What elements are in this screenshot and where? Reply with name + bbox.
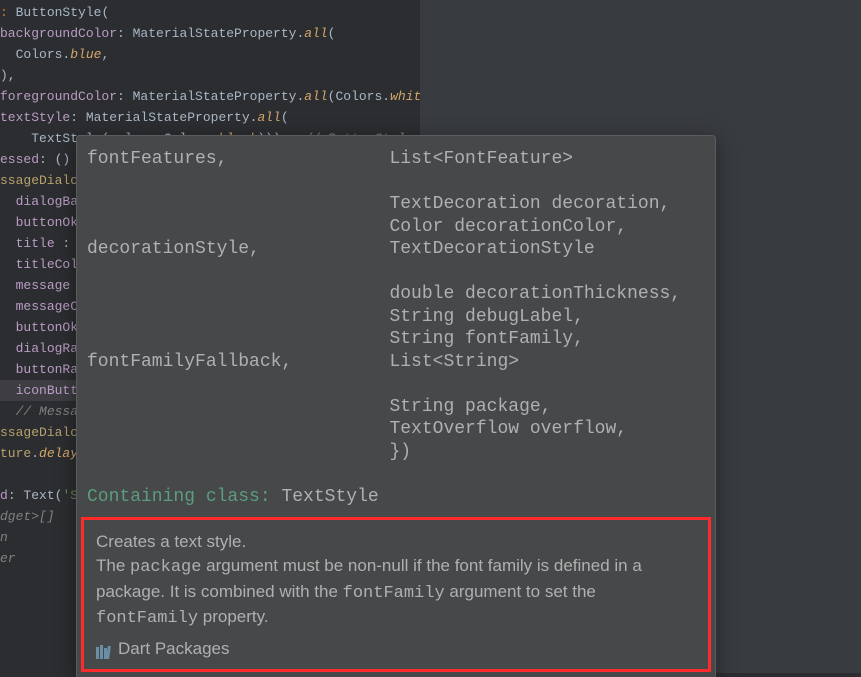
code-text: ture [0,446,31,461]
code-text: dget>[] [0,509,55,524]
code-text: . [31,446,39,461]
code-text: : [0,5,16,20]
code-text: d [0,488,8,503]
code-text: essed [0,152,39,167]
doc-intro: Creates a text style. [96,530,696,554]
code-text: textStyle [0,110,70,125]
code-text: : [8,488,24,503]
doc-code: fontFamily [343,584,445,603]
doc-text: property. [198,607,269,626]
code-text: : MaterialStateProperty. [117,26,304,41]
documentation-tooltip: fontFeatures, List<FontFeature> TextDeco… [76,135,716,677]
code-text: ), [0,68,16,83]
code-text: ( [101,5,109,20]
doc-text: argument to set the [445,582,596,601]
doc-code: package [130,558,201,577]
code-text: Colors [16,47,63,62]
meta-label: Containing class: [87,487,271,507]
meta-value: TextStyle [281,487,378,507]
doc-text: The [96,556,130,575]
code-text: : MaterialStateProperty. [117,89,304,104]
code-text: Text [23,488,54,503]
code-text: blue [70,47,101,62]
code-text: all [304,89,327,104]
code-text: backgroundColor [0,26,117,41]
code-text: all [304,26,327,41]
doc-code: fontFamily [96,609,198,628]
code-text: ButtonStyle [16,5,102,20]
doc-body: The package argument must be non-null if… [96,554,696,631]
code-text: , [101,47,109,62]
tooltip-documentation: Creates a text style. The package argume… [81,517,711,672]
package-link-row[interactable]: Dart Packages [96,637,696,661]
code-text: n [0,530,8,545]
library-icon [96,642,112,656]
tooltip-containing-class: Containing class: TextStyle [77,481,715,513]
code-text: ( [281,110,289,125]
code-text: ssageDialog [0,173,86,188]
code-text: : MaterialStateProperty. [70,110,257,125]
code-text: ( [328,26,336,41]
tooltip-parameters: fontFeatures, List<FontFeature> TextDeco… [77,136,715,481]
code-text: all [257,110,280,125]
code-text: title [16,236,55,251]
code-text: er [0,551,16,566]
code-text: foregroundColor [0,89,117,104]
code-text: message [16,278,71,293]
code-text: ssageDialog [0,425,86,440]
code-text: titleCol [16,257,78,272]
code-text: (Colors. [328,89,390,104]
package-link-text[interactable]: Dart Packages [118,637,230,661]
